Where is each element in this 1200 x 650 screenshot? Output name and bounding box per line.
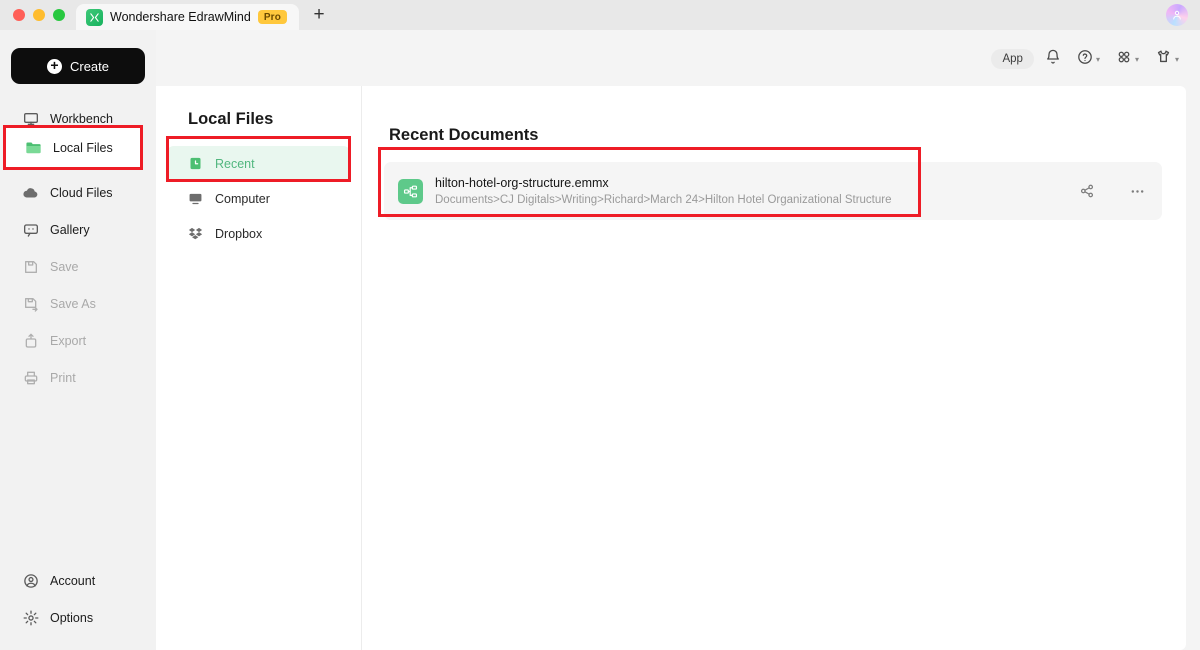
recent-document-row[interactable]: hilton-hotel-org-structure.emmx Document… [384,162,1162,220]
document-info: hilton-hotel-org-structure.emmx Document… [435,175,891,208]
tab-title: Wondershare EdrawMind [110,10,251,24]
sidebar-item-label: Gallery [50,222,90,237]
gallery-icon [22,221,39,238]
chevron-down-icon: ▾ [1134,54,1139,64]
main-content: Recent Documents hilton-hotel-org-struct… [362,86,1186,650]
local-files-item-dropbox[interactable]: Dropbox [166,216,351,251]
sidebar-item-label: Options [50,610,94,625]
maximize-window-button[interactable] [53,9,65,21]
document-path: Documents>CJ Digitals>Writing>Richard>Ma… [435,193,892,206]
minimize-window-button[interactable] [33,9,45,21]
save-as-icon [22,295,39,312]
sidebar-item-label: Print [50,370,76,385]
mindmap-file-icon [398,178,423,204]
local-files-panel: Local Files Recent Computer Dropbox [156,86,362,650]
avatar[interactable] [1166,4,1188,26]
cloud-icon [22,184,39,201]
apps-grid-icon [1116,49,1132,70]
gear-icon [22,609,39,626]
theme-icon [1155,48,1172,70]
pro-badge: Pro [257,10,288,24]
folder-icon [25,139,42,156]
share-icon[interactable] [1078,182,1096,200]
create-button-label: Create [69,58,110,74]
dropbox-icon [187,226,203,242]
account-icon [22,572,39,589]
local-files-item-label: Recent [215,156,255,171]
sidebar-item-label: Workbench [50,111,113,126]
sidebar-item-account[interactable]: Account [0,562,156,599]
more-options-icon[interactable] [1128,182,1146,200]
sidebar-item-gallery[interactable]: Gallery [0,211,156,248]
close-window-button[interactable] [13,9,25,21]
new-tab-button[interactable]: + [308,3,330,25]
save-icon [22,258,39,275]
sidebar-bottom-nav: Account Options [0,562,156,636]
sidebar-item-print[interactable]: Print [0,359,156,396]
local-files-item-computer[interactable]: Computer [166,181,351,216]
local-files-item-label: Dropbox [215,226,263,241]
sidebar-item-save[interactable]: Save [0,248,156,285]
sidebar-item-cloud-files[interactable]: Cloud Files [0,174,156,211]
sidebar-item-label: Account [50,573,96,588]
notifications-icon [1045,49,1061,70]
notifications-button[interactable] [1040,45,1066,74]
sidebar-item-label: Cloud Files [50,185,113,200]
edrawmind-logo-icon [86,8,103,26]
browser-tab-edrawmind[interactable]: Wondershare EdrawMind Pro [76,4,300,30]
create-button[interactable]: + Create [11,48,145,84]
workbench-icon [22,110,39,127]
monitor-icon [187,191,203,207]
sidebar-item-label: Export [50,333,87,348]
sidebar-item-local-files-highlighted[interactable]: Local Files [3,129,143,166]
export-icon [22,332,39,349]
help-icon [1077,49,1093,70]
sidebar-item-save-as[interactable]: Save As [0,285,156,322]
document-name: hilton-hotel-org-structure.emmx [435,175,609,190]
page-title: Recent Documents [389,126,539,144]
local-files-item-recent[interactable]: Recent [166,146,351,181]
plus-icon: + [46,58,62,74]
print-icon [22,369,39,386]
top-right-toolbar: App ▾ ▾ ▾ [991,44,1184,74]
local-files-nav: Recent Computer Dropbox [156,146,361,251]
panel-title: Local Files [188,110,274,128]
window-titlebar: Wondershare EdrawMind Pro + [0,0,1200,30]
chevron-down-icon: ▾ [1174,54,1179,64]
help-button[interactable]: ▾ [1072,45,1105,74]
document-actions [1078,182,1146,200]
sidebar-item-label: Local Files [53,140,113,155]
chevron-down-icon: ▾ [1095,54,1100,64]
apps-grid-button[interactable]: ▾ [1111,45,1144,74]
traffic-lights [0,9,65,30]
left-sidebar: + Create Workbench Local Files Cloud Fil… [0,30,156,650]
sidebar-item-label: Save [50,259,79,274]
recent-clock-icon [187,156,203,172]
theme-button[interactable]: ▾ [1150,44,1184,74]
sidebar-item-options[interactable]: Options [0,599,156,636]
sidebar-item-export[interactable]: Export [0,322,156,359]
sidebar-item-label: Save As [50,296,96,311]
local-files-item-label: Computer [215,191,270,206]
app-switcher-button[interactable]: App [991,49,1034,69]
